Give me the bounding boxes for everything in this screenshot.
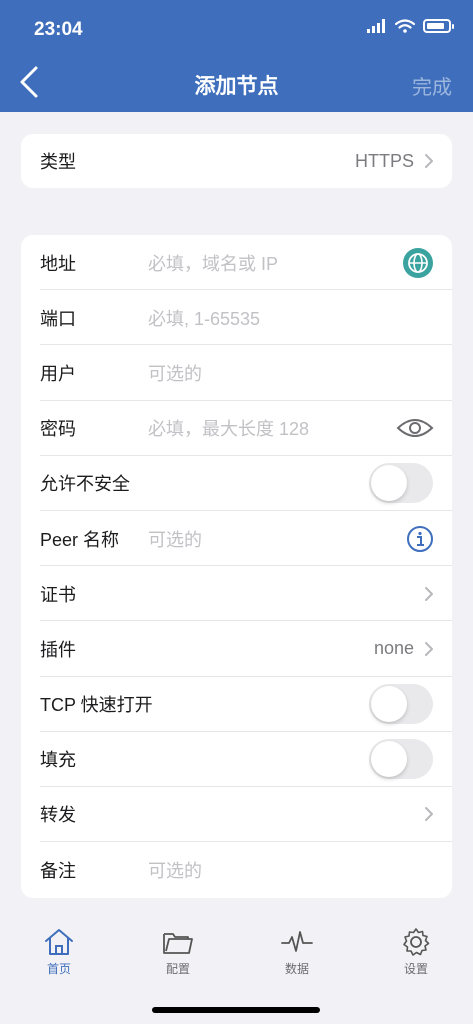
- signal-icon: [367, 19, 385, 33]
- type-value: HTTPS: [354, 150, 414, 171]
- address-row[interactable]: 地址 必填，域名或 IP: [21, 235, 452, 291]
- chevron-right-icon: [425, 641, 433, 656]
- allow-insecure-label: 允许不安全: [40, 474, 130, 495]
- globe-icon[interactable]: [402, 247, 434, 279]
- tab-data-label: 数据: [284, 962, 309, 976]
- status-time: 23:04: [34, 19, 83, 40]
- type-card: 类型 HTTPS: [21, 134, 452, 188]
- tcp-fast-open-row: TCP 快速打开: [21, 677, 452, 732]
- chevron-right-icon: [425, 586, 433, 601]
- peer-name-row[interactable]: Peer 名称 可选的: [21, 511, 452, 567]
- peer-name-input[interactable]: 可选的: [148, 526, 202, 552]
- allow-insecure-toggle[interactable]: [369, 463, 433, 504]
- tab-data[interactable]: 数据: [257, 927, 337, 977]
- password-input[interactable]: 必填，最大长度 128: [148, 415, 309, 441]
- password-row[interactable]: 密码 必填，最大长度 128: [21, 401, 452, 456]
- nav-bar: 23:04 添加节点 完成: [0, 0, 473, 112]
- chevron-right-icon: [425, 154, 433, 168]
- activity-icon: [281, 931, 313, 952]
- tab-settings-label: 设置: [403, 962, 428, 976]
- port-row[interactable]: 端口 必填, 1-65535: [21, 290, 452, 346]
- node-form: 地址 必填，域名或 IP 端口 必填, 1-65535 用户 可选的 密码 必填…: [21, 235, 452, 898]
- plugin-value: none: [373, 638, 414, 659]
- tab-home-label: 首页: [46, 962, 71, 976]
- plugin-row[interactable]: 插件 none: [21, 621, 452, 677]
- battery-icon: [423, 19, 454, 33]
- eye-icon[interactable]: [396, 416, 434, 440]
- allow-insecure-row: 允许不安全: [21, 456, 452, 511]
- type-row[interactable]: 类型 HTTPS: [21, 134, 452, 188]
- note-label: 备注: [40, 860, 76, 881]
- plugin-label: 插件: [40, 639, 76, 660]
- page-title: 添加节点: [194, 75, 279, 98]
- forward-row[interactable]: 转发: [21, 787, 452, 843]
- user-label: 用户: [40, 363, 76, 384]
- forward-label: 转发: [40, 805, 76, 826]
- home-icon: [45, 929, 73, 955]
- address-input[interactable]: 必填，域名或 IP: [148, 250, 278, 276]
- certificate-row[interactable]: 证书: [21, 566, 452, 622]
- info-icon[interactable]: [406, 525, 434, 553]
- tab-config[interactable]: 配置: [138, 927, 218, 977]
- tab-config-label: 配置: [165, 962, 190, 976]
- port-input[interactable]: 必填, 1-65535: [148, 305, 260, 331]
- note-row[interactable]: 备注 可选的: [21, 842, 452, 897]
- port-label: 端口: [40, 308, 76, 329]
- tcp-fast-open-toggle[interactable]: [369, 684, 433, 725]
- done-button[interactable]: 完成: [412, 71, 452, 100]
- user-row[interactable]: 用户 可选的: [21, 345, 452, 401]
- tab-home[interactable]: 首页: [19, 927, 99, 977]
- peer-name-label: Peer 名称: [40, 529, 120, 550]
- gear-icon: [403, 928, 430, 956]
- password-label: 密码: [40, 419, 76, 440]
- tab-settings[interactable]: 设置: [376, 927, 456, 977]
- certificate-label: 证书: [40, 584, 76, 605]
- folder-icon: [163, 933, 193, 954]
- user-input[interactable]: 可选的: [148, 360, 202, 386]
- note-input[interactable]: 可选的: [148, 857, 202, 883]
- padding-toggle[interactable]: [369, 739, 433, 780]
- wifi-icon: [395, 19, 415, 33]
- status-icons: [367, 19, 454, 33]
- type-label: 类型: [40, 152, 76, 172]
- padding-label: 填充: [40, 750, 76, 771]
- chevron-right-icon: [425, 807, 433, 822]
- padding-row: 填充: [21, 732, 452, 787]
- tcp-fast-open-label: TCP 快速打开: [40, 695, 153, 716]
- address-label: 地址: [40, 253, 76, 274]
- home-indicator: [152, 1007, 320, 1013]
